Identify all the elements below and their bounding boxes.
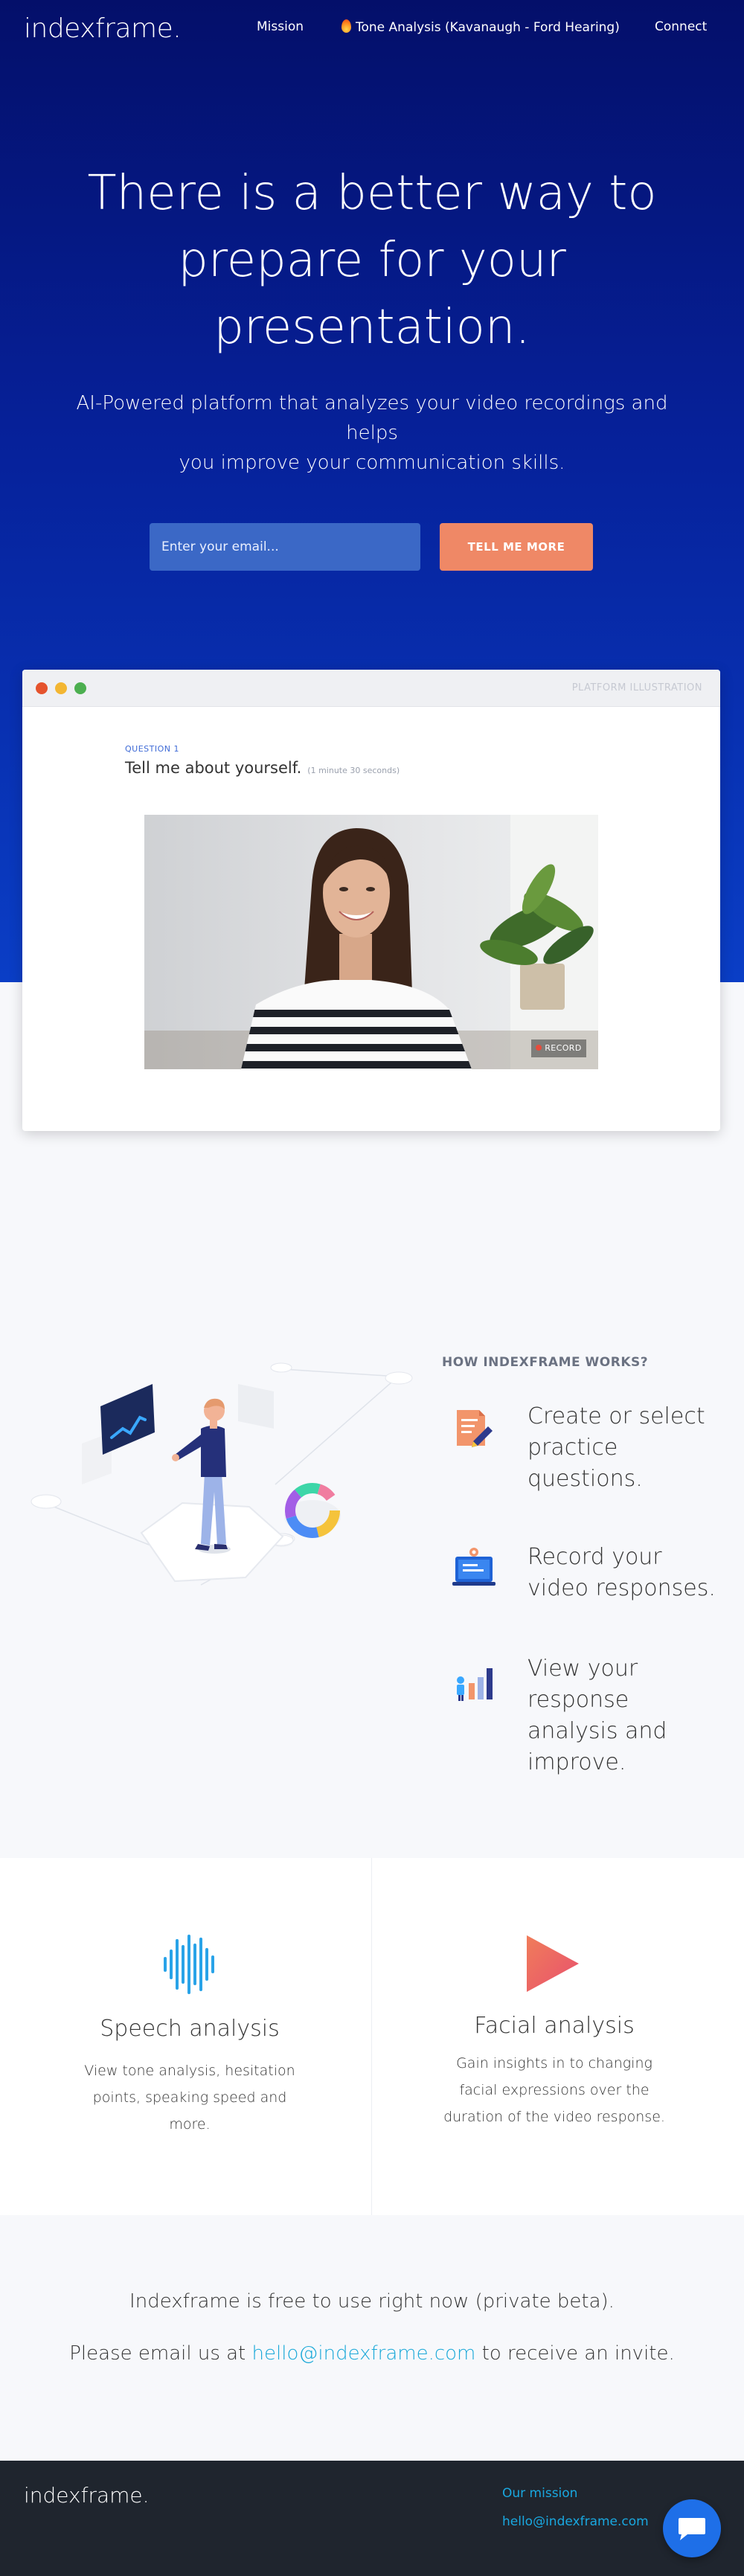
hero-title-line: presentation.	[214, 300, 530, 355]
invite-line: Please email us at hello@indexframe.com …	[0, 2342, 744, 2365]
hero-title-line: There is a better way to	[87, 166, 657, 221]
chat-button[interactable]	[663, 2499, 721, 2557]
feature-title-speech: Speech analysis	[100, 2016, 280, 2042]
question-text-row: Tell me about yourself. (1 minute 30 seco…	[125, 759, 400, 777]
feature-desc-line: more.	[169, 2116, 211, 2133]
analysis-chart-icon	[451, 1658, 497, 1707]
feature-desc-speech: View tone analysis, hesitation points, s…	[0, 2057, 379, 2138]
hero-subtitle: AI-Powered platform that analyzes your v…	[74, 388, 670, 478]
video-frame-image	[144, 815, 598, 1069]
feature-desc-facial: Gain insights in to changing facial expr…	[365, 2050, 744, 2130]
step-text-create: Create or select practice questions.	[527, 1403, 705, 1492]
isometric-person-illustration	[31, 1362, 413, 1586]
footer-logo[interactable]: indexframe.	[24, 2483, 150, 2508]
waveform-icon	[164, 1935, 214, 1994]
nav-link-mission[interactable]: Mission	[257, 19, 304, 34]
hero-title-line: prepare for your	[178, 233, 566, 288]
logo[interactable]: indexframe.	[24, 13, 182, 44]
window-titlebar: PLATFORM ILLUSTRATION	[22, 670, 720, 707]
nav-link-connect[interactable]: Connect	[655, 19, 707, 34]
top-nav: indexframe. Mission Tone Analysis (Kavan…	[0, 0, 744, 60]
how-it-works-title: HOW INDEXFRAME WORKS?	[442, 1355, 649, 1370]
email-input[interactable]	[150, 523, 420, 571]
play-triangle-icon	[527, 1935, 579, 1992]
window-minimize-dot	[55, 682, 67, 694]
hero-subtitle-line: AI-Powered platform that analyzes your v…	[76, 392, 668, 444]
record-label: RECORD	[545, 1043, 582, 1053]
record-button[interactable]: RECORD	[531, 1039, 586, 1057]
hero-title: There is a better way to prepare for you…	[74, 160, 670, 361]
document-edit-icon	[451, 1406, 497, 1455]
chat-bubble-icon	[679, 2518, 705, 2540]
invite-prefix: Please email us at	[69, 2342, 246, 2365]
window-maximize-dot	[74, 682, 86, 694]
nav-link-tone-analysis[interactable]: Tone Analysis (Kavanaugh - Ford Hearing)	[341, 19, 620, 35]
hero-subtitle-line: you improve your communication skills.	[179, 452, 565, 474]
invite-suffix: to receive an invite.	[481, 2342, 675, 2365]
tell-me-more-button[interactable]: TELL ME MORE	[440, 523, 593, 571]
question-text: Tell me about yourself.	[125, 759, 302, 777]
footer: indexframe. Our mission hello@indexframe…	[0, 2461, 744, 2576]
step-text-record: Record your video responses.	[527, 1544, 716, 1601]
platform-illustration-window: PLATFORM ILLUSTRATION QUESTION 1 Tell me…	[22, 670, 720, 1131]
laptop-record-icon	[451, 1546, 497, 1595]
feature-desc-line: Gain insights in to changing	[456, 2055, 652, 2072]
feature-desc-line: View tone analysis, hesitation	[84, 2063, 295, 2079]
feature-desc-line: points, speaking speed and	[92, 2089, 287, 2106]
nav-link-tone-analysis-label: Tone Analysis (Kavanaugh - Ford Hearing)	[356, 20, 620, 35]
feature-desc-line: facial expressions over the	[459, 2082, 650, 2098]
features-section: Speech analysis View tone analysis, hesi…	[0, 1858, 744, 2215]
footer-email-link[interactable]: hello@indexframe.com	[502, 2514, 649, 2529]
question-time: (1 minute 30 seconds)	[307, 766, 400, 775]
window-close-dot	[36, 682, 48, 694]
video-preview[interactable]: RECORD	[144, 815, 598, 1069]
record-dot-icon	[536, 1045, 542, 1051]
feature-title-facial: Facial analysis	[474, 2013, 635, 2039]
footer-mission-link[interactable]: Our mission	[502, 2486, 577, 2501]
invite-email-link[interactable]: hello@indexframe.com	[252, 2342, 476, 2365]
question-label: QUESTION 1	[125, 744, 179, 754]
step-text-view: View your response analysis and improve.	[527, 1656, 667, 1775]
window-label: PLATFORM ILLUSTRATION	[571, 682, 702, 693]
flame-icon	[341, 19, 351, 33]
beta-notice: Indexframe is free to use right now (pri…	[129, 2290, 615, 2313]
feature-desc-line: duration of the video response.	[443, 2109, 665, 2125]
